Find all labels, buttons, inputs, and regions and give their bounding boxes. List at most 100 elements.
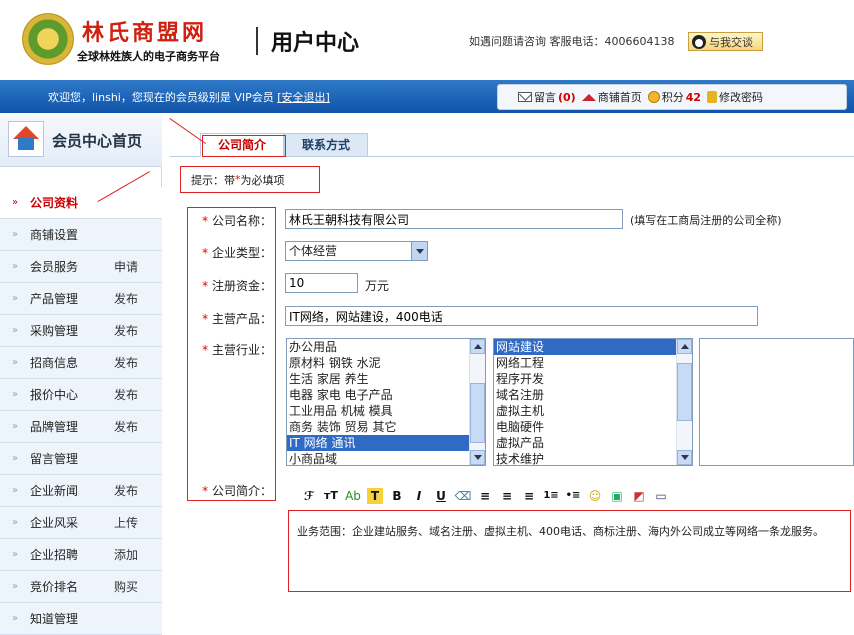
shop-home-label: 商铺首页 bbox=[597, 91, 642, 104]
sidebar-item-action[interactable]: 发布 bbox=[114, 354, 138, 371]
sidebar-item[interactable]: » 竞价排名 购买 bbox=[0, 571, 162, 603]
align-right-icon[interactable]: ≡ bbox=[521, 488, 537, 504]
align-left-icon[interactable]: ≡ bbox=[477, 488, 493, 504]
list-item[interactable]: 办公用品 bbox=[287, 339, 485, 355]
sidebar-item-action[interactable]: 发布 bbox=[114, 418, 138, 435]
lock-icon bbox=[707, 91, 718, 103]
qq-chat-label: 与我交谈 bbox=[709, 35, 753, 49]
list-item[interactable]: 技术维护 bbox=[494, 451, 692, 465]
list-item[interactable]: 电脑硬件 bbox=[494, 419, 692, 435]
list-item[interactable]: 小商品域 bbox=[287, 451, 485, 465]
sidebar-item[interactable]: » 知道管理 bbox=[0, 603, 162, 635]
flash-icon[interactable]: ◩ bbox=[631, 488, 647, 504]
sidebar-item[interactable]: » 商铺设置 bbox=[0, 219, 162, 251]
chevron-right-icon: » bbox=[11, 549, 19, 560]
sidebar-item-label: 企业风采 bbox=[30, 516, 79, 530]
scroll-thumb[interactable] bbox=[677, 363, 692, 421]
scrollbar[interactable] bbox=[469, 339, 485, 465]
scroll-thumb[interactable] bbox=[470, 383, 485, 443]
sidebar-item-label: 企业新闻 bbox=[30, 484, 79, 498]
sidebar-item-label: 商铺设置 bbox=[30, 228, 79, 242]
list-item[interactable]: 工业用品 机械 模具 bbox=[287, 403, 485, 419]
sidebar-item-label: 招商信息 bbox=[30, 356, 79, 370]
scroll-down-icon[interactable] bbox=[470, 450, 485, 465]
chevron-right-icon: » bbox=[11, 261, 19, 272]
list-item[interactable]: IT 网络 通讯 bbox=[287, 435, 485, 451]
media-icon[interactable]: ▭ bbox=[653, 488, 669, 504]
industry-list-tertiary[interactable] bbox=[699, 338, 854, 466]
sidebar-item[interactable]: » 品牌管理 发布 bbox=[0, 411, 162, 443]
sidebar-item[interactable]: » 产品管理 发布 bbox=[0, 283, 162, 315]
qq-chat-button[interactable]: 与我交谈 bbox=[688, 32, 763, 51]
intro-editor[interactable]: 业务范围：企业建站服务、域名注册、虚拟主机、400电话、商标注册、海内外公司成立… bbox=[288, 510, 851, 592]
site-logo[interactable] bbox=[22, 13, 74, 65]
sidebar-header[interactable]: 会员中心首页 bbox=[0, 113, 162, 167]
chevron-right-icon: » bbox=[11, 613, 19, 624]
font-size-icon[interactable]: ᴛT bbox=[323, 488, 339, 504]
company-name-input[interactable] bbox=[285, 209, 623, 229]
capital-input[interactable] bbox=[285, 273, 358, 293]
list-item[interactable]: 电器 家电 电子产品 bbox=[287, 387, 485, 403]
capital-unit: 万元 bbox=[365, 279, 390, 293]
list-item[interactable]: 虚拟产品 bbox=[494, 435, 692, 451]
ordered-list-icon[interactable]: 1≡ bbox=[543, 488, 559, 504]
sidebar-item[interactable]: » 留言管理 bbox=[0, 443, 162, 475]
sidebar-item-action[interactable]: 发布 bbox=[114, 322, 138, 339]
scrollbar[interactable] bbox=[676, 339, 692, 465]
tab-contact[interactable]: 联系方式 bbox=[284, 133, 368, 157]
required-hint: 提示：带 * 为必填项 bbox=[180, 166, 320, 193]
scroll-up-icon[interactable] bbox=[677, 339, 692, 354]
sidebar-item-action[interactable]: 购买 bbox=[114, 578, 138, 595]
chevron-right-icon: » bbox=[11, 357, 19, 368]
list-item[interactable]: 网络工程 bbox=[494, 355, 692, 371]
list-item[interactable]: 虚拟主机 bbox=[494, 403, 692, 419]
company-type-select[interactable]: 个体经营 bbox=[285, 241, 428, 261]
message-label: 留言 bbox=[534, 91, 556, 104]
points-link[interactable]: 积分 42 bbox=[647, 89, 701, 105]
products-input[interactable] bbox=[285, 306, 758, 326]
sidebar-item-action[interactable]: 添加 bbox=[114, 546, 138, 563]
highlight-icon[interactable]: T bbox=[367, 487, 383, 504]
list-item[interactable]: 程序开发 bbox=[494, 371, 692, 387]
sidebar-item[interactable]: » 企业新闻 发布 bbox=[0, 475, 162, 507]
scroll-down-icon[interactable] bbox=[677, 450, 692, 465]
align-center-icon[interactable]: ≡ bbox=[499, 488, 515, 504]
sidebar-item[interactable]: » 企业风采 上传 bbox=[0, 507, 162, 539]
italic-icon[interactable]: I bbox=[411, 488, 427, 504]
sidebar-item[interactable]: » 公司资料 bbox=[0, 187, 162, 219]
message-link[interactable]: 留言 (0) bbox=[518, 89, 576, 105]
underline-icon[interactable]: U bbox=[433, 488, 449, 504]
label-intro: * 公司简介： bbox=[202, 484, 272, 498]
list-item[interactable]: 生活 家居 养生 bbox=[287, 371, 485, 387]
sidebar-item-action[interactable]: 发布 bbox=[114, 386, 138, 403]
logout-link[interactable]: [安全退出] bbox=[277, 91, 330, 104]
sidebar-item[interactable]: » 采购管理 发布 bbox=[0, 315, 162, 347]
sidebar-item[interactable]: » 企业招聘 添加 bbox=[0, 539, 162, 571]
image-icon[interactable]: ▣ bbox=[609, 488, 625, 504]
list-item[interactable]: 网站建设 bbox=[494, 339, 692, 355]
sidebar-item-action[interactable]: 发布 bbox=[114, 290, 138, 307]
list-item[interactable]: 商务 装饰 贸易 其它 bbox=[287, 419, 485, 435]
sidebar-item-action[interactable]: 申请 bbox=[114, 258, 138, 275]
unordered-list-icon[interactable]: •≡ bbox=[565, 488, 581, 504]
scroll-up-icon[interactable] bbox=[470, 339, 485, 354]
chevron-down-icon[interactable] bbox=[411, 242, 427, 260]
change-password-link[interactable]: 修改密码 bbox=[707, 89, 763, 105]
list-item[interactable]: 域名注册 bbox=[494, 387, 692, 403]
industry-list-primary[interactable]: 办公用品 原材料 钢铁 水泥 生活 家居 养生 电器 家电 电子产品 工业用品 机械 模… bbox=[286, 338, 486, 466]
shop-home-link[interactable]: 商铺首页 bbox=[581, 89, 642, 105]
font-icon[interactable]: ℱ bbox=[301, 488, 317, 504]
brand-name[interactable]: 林氏商盟网 bbox=[82, 15, 207, 47]
text-color-icon[interactable]: Ab bbox=[345, 488, 361, 504]
sidebar-item[interactable]: » 招商信息 发布 bbox=[0, 347, 162, 379]
industry-list-secondary[interactable]: 网站建设 网络工程 程序开发 域名注册 虚拟主机 电脑硬件 虚拟产品 技术维护 bbox=[493, 338, 693, 466]
list-item[interactable]: 原材料 钢铁 水泥 bbox=[287, 355, 485, 371]
chevron-right-icon: » bbox=[11, 453, 19, 464]
sidebar-item-action[interactable]: 上传 bbox=[114, 514, 138, 531]
eraser-icon[interactable]: ⌫ bbox=[455, 488, 472, 504]
bold-icon[interactable]: B bbox=[389, 488, 405, 504]
sidebar-item[interactable]: » 报价中心 发布 bbox=[0, 379, 162, 411]
emoticon-icon[interactable]: ☺ bbox=[587, 488, 603, 504]
sidebar-item[interactable]: » 会员服务 申请 bbox=[0, 251, 162, 283]
sidebar-item-action[interactable]: 发布 bbox=[114, 482, 138, 499]
